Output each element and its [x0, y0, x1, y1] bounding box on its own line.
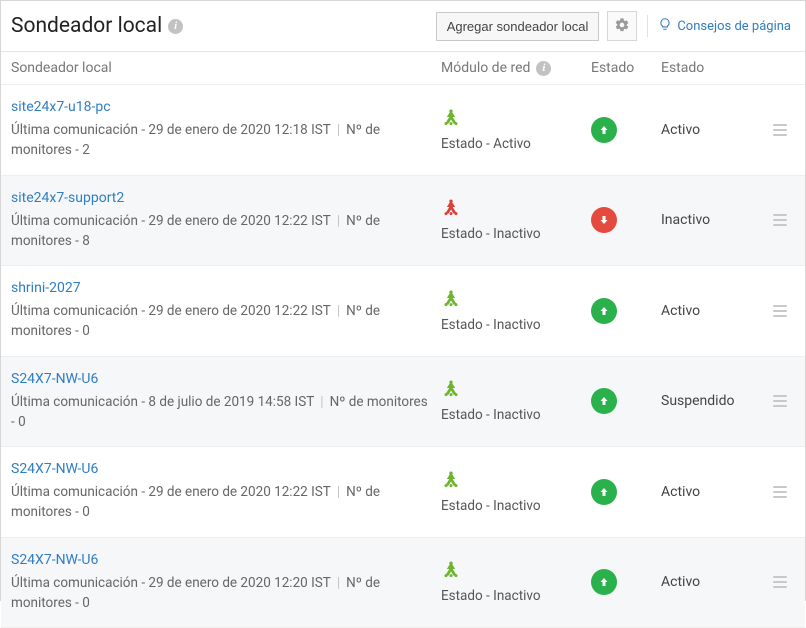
cell-status	[591, 207, 661, 233]
probe-subtext: Última comunicación - 29 de enero de 202…	[11, 482, 429, 523]
network-icon	[441, 289, 461, 311]
network-state-label: Estado - Inactivo	[441, 317, 541, 333]
col-header-status[interactable]: Estado	[591, 60, 661, 76]
probe-name-link[interactable]: S24X7-NW-U6	[11, 552, 441, 568]
table-row: S24X7-NW-U6 Última comunicación - 29 de e…	[1, 447, 805, 538]
cell-status	[591, 569, 661, 595]
probe-subtext: Última comunicación - 29 de enero de 202…	[11, 301, 429, 342]
separator: |	[320, 394, 323, 410]
cell-state: Activo	[661, 574, 761, 590]
probe-subtext: Última comunicación - 29 de enero de 202…	[11, 573, 429, 614]
table-row: site24x7-u18-pc Última comunicación - 29 …	[1, 85, 805, 176]
probe-name-link[interactable]: site24x7-support2	[11, 190, 441, 206]
row-menu-button[interactable]	[769, 210, 791, 230]
table-row: S24X7-NW-U6 Última comunicación - 8 de ju…	[1, 357, 805, 448]
probe-subtext: Última comunicación - 29 de enero de 202…	[11, 211, 429, 252]
network-state-label: Estado - Inactivo	[441, 226, 541, 242]
cell-name: S24X7-NW-U6 Última comunicación - 29 de e…	[11, 461, 441, 523]
status-down-icon	[591, 207, 617, 233]
cell-network-module: Estado - Inactivo	[441, 289, 591, 333]
network-icon	[441, 108, 461, 130]
cell-state: Activo	[661, 303, 761, 319]
cell-status	[591, 388, 661, 414]
lightbulb-icon	[658, 16, 672, 36]
probe-name-link[interactable]: S24X7-NW-U6	[11, 461, 441, 477]
info-icon[interactable]: i	[536, 61, 551, 76]
probe-name-link[interactable]: S24X7-NW-U6	[11, 371, 441, 387]
cell-network-module: Estado - Inactivo	[441, 198, 591, 242]
cell-actions	[761, 301, 791, 321]
cell-name: shrini-2027 Última comunicación - 29 de e…	[11, 280, 441, 342]
info-icon[interactable]: i	[168, 19, 183, 34]
col-header-name[interactable]: Sondeador local	[11, 60, 441, 76]
cell-state: Activo	[661, 122, 761, 138]
row-menu-button[interactable]	[769, 301, 791, 321]
row-menu-button[interactable]	[769, 120, 791, 140]
cell-network-module: Estado - Activo	[441, 108, 591, 152]
cell-actions	[761, 482, 791, 502]
add-local-probe-button[interactable]: Agregar sondeador local	[436, 12, 600, 41]
status-up-icon	[591, 388, 617, 414]
separator: |	[337, 122, 340, 138]
network-state-label: Estado - Activo	[441, 136, 531, 152]
cell-name: site24x7-support2 Última comunicación - 2…	[11, 190, 441, 252]
col-header-state[interactable]: Estado	[661, 60, 761, 76]
network-icon	[441, 198, 461, 220]
cell-state: Suspendido	[661, 393, 761, 409]
probe-subtext: Última comunicación - 29 de enero de 202…	[11, 120, 429, 161]
settings-button[interactable]	[607, 11, 637, 41]
table-row: shrini-2027 Última comunicación - 29 de e…	[1, 266, 805, 357]
page-title-text: Sondeador local	[11, 14, 162, 38]
probe-name-link[interactable]: site24x7-u18-pc	[11, 99, 441, 115]
row-menu-button[interactable]	[769, 482, 791, 502]
cell-name: S24X7-NW-U6 Última comunicación - 29 de e…	[11, 552, 441, 614]
network-state-label: Estado - Inactivo	[441, 588, 541, 604]
network-icon	[441, 560, 461, 582]
cell-name: site24x7-u18-pc Última comunicación - 29 …	[11, 99, 441, 161]
separator: |	[337, 213, 340, 229]
status-up-icon	[591, 569, 617, 595]
cell-actions	[761, 572, 791, 592]
status-up-icon	[591, 117, 617, 143]
table-body: site24x7-u18-pc Última comunicación - 29 …	[1, 85, 805, 628]
probe-name-link[interactable]: shrini-2027	[11, 280, 441, 296]
page-title: Sondeador local i	[11, 14, 183, 38]
cell-network-module: Estado - Inactivo	[441, 379, 591, 423]
network-state-label: Estado - Inactivo	[441, 407, 541, 423]
gear-icon	[614, 17, 630, 36]
separator: |	[337, 303, 340, 319]
row-menu-button[interactable]	[769, 572, 791, 592]
table-row: site24x7-support2 Última comunicación - 2…	[1, 176, 805, 267]
status-up-icon	[591, 298, 617, 324]
separator: |	[337, 575, 340, 591]
cell-actions	[761, 210, 791, 230]
header-actions: Agregar sondeador local Consejos de pági…	[436, 11, 791, 41]
page-tips-text: Consejos de página	[677, 19, 791, 34]
cell-network-module: Estado - Inactivo	[441, 560, 591, 604]
divider	[647, 15, 648, 37]
network-icon	[441, 470, 461, 492]
cell-state: Activo	[661, 484, 761, 500]
cell-actions	[761, 120, 791, 140]
separator: |	[337, 484, 340, 500]
cell-status	[591, 479, 661, 505]
row-menu-button[interactable]	[769, 391, 791, 411]
cell-network-module: Estado - Inactivo	[441, 470, 591, 514]
cell-state: Inactivo	[661, 212, 761, 228]
page-header: Sondeador local i Agregar sondeador loca…	[1, 1, 805, 52]
network-icon	[441, 379, 461, 401]
cell-status	[591, 298, 661, 324]
cell-name: S24X7-NW-U6 Última comunicación - 8 de ju…	[11, 371, 441, 433]
table-header: Sondeador local Módulo de red i Estado E…	[1, 52, 805, 85]
status-up-icon	[591, 479, 617, 505]
table-row: S24X7-NW-U6 Última comunicación - 29 de e…	[1, 538, 805, 628]
page-tips-link[interactable]: Consejos de página	[658, 16, 791, 36]
col-header-net[interactable]: Módulo de red i	[441, 60, 591, 76]
col-header-net-text: Módulo de red	[441, 60, 530, 76]
cell-status	[591, 117, 661, 143]
probe-subtext: Última comunicación - 8 de julio de 2019…	[11, 392, 429, 433]
network-state-label: Estado - Inactivo	[441, 498, 541, 514]
cell-actions	[761, 391, 791, 411]
